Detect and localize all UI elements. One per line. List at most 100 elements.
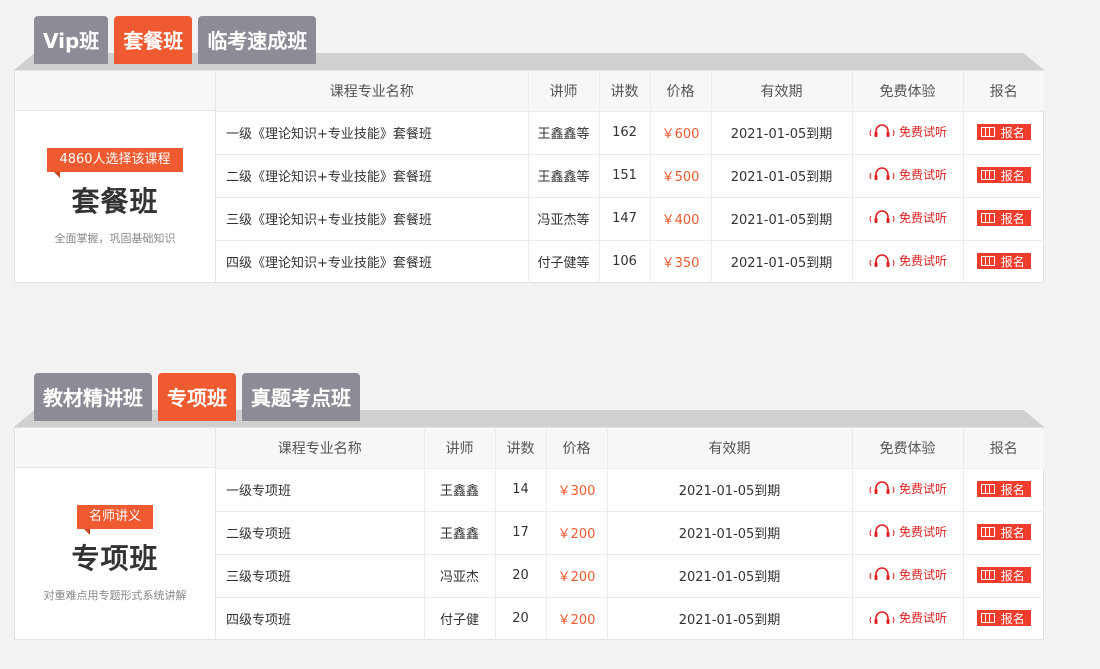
signup-button[interactable]: 报名 [976, 124, 1031, 140]
summary-body: 名师讲义 专项班 对重难点用专题形式系统讲解 [15, 468, 215, 639]
free-trial-label: 免费试听 [898, 567, 947, 582]
teacher-name: 王鑫鑫等 [537, 127, 590, 142]
summary-body: 4860人选择该课程 套餐班 全面掌握，巩固基础知识 [15, 111, 215, 282]
course-type-title: 专项班 [71, 541, 159, 575]
course-price: ￥200 [557, 527, 596, 542]
course-price: ￥200 [557, 613, 596, 629]
column-header-price: 价格 [545, 428, 607, 469]
teacher-name: 王鑫鑫 [439, 484, 479, 499]
table-row: 四级《理论知识+专业技能》套餐班 付子健等 106 ￥350 2021-01-05到期 免… [216, 240, 1044, 283]
course-name: 二级《理论知识+专业技能》套餐班 [226, 170, 432, 185]
free-trial-label: 免费试听 [898, 254, 947, 268]
signup-button[interactable]: 报名 [976, 481, 1031, 497]
signup-label: 报名 [1000, 211, 1025, 226]
course-type-desc: 全面掌握，巩固基础知识 [54, 231, 176, 245]
signup-label: 报名 [1000, 611, 1025, 626]
table-row: 二级《理论知识+专业技能》套餐班 王鑫鑫等 151 ￥500 2021-01-05到期 免… [216, 154, 1044, 198]
headphone-icon [869, 567, 895, 581]
free-trial-button[interactable]: 免费试听 [868, 566, 947, 583]
cart-icon [980, 570, 995, 580]
free-trial-label: 免费试听 [898, 524, 947, 539]
course-type-desc: 对重难点用专题形式系统讲解 [43, 588, 187, 602]
signup-label: 报名 [1000, 525, 1025, 540]
expiry-date: 2021-01-05到期 [678, 613, 781, 629]
course-name: 二级专项班 [226, 527, 292, 542]
signup-button[interactable]: 报名 [976, 524, 1031, 540]
free-trial-button[interactable]: 免费试听 [868, 166, 947, 183]
course-tabs: 教材精讲班 专项班 真题考点班 [34, 373, 360, 421]
tab-textbook[interactable]: 教材精讲班 [34, 373, 152, 421]
cart-icon [980, 527, 995, 537]
signup-button[interactable]: 报名 [976, 610, 1031, 627]
cart-icon [980, 613, 995, 624]
tab-past-exams[interactable]: 真题考点班 [242, 373, 360, 421]
signup-label: 报名 [1000, 125, 1025, 140]
cart-icon [980, 213, 995, 223]
free-trial-button[interactable]: 免费试听 [868, 523, 947, 540]
course-name: 三级专项班 [226, 570, 292, 585]
summary-header-cell [15, 71, 215, 111]
signup-label: 报名 [1000, 482, 1025, 497]
course-price: ￥300 [557, 484, 596, 499]
lecture-count: 17 [512, 525, 529, 540]
column-header-name: 课程专业名称 [216, 428, 424, 469]
signup-button[interactable]: 报名 [976, 167, 1031, 183]
free-trial-button[interactable]: 免费试听 [868, 252, 947, 269]
expiry-date: 2021-01-05到期 [730, 170, 833, 185]
free-trial-button[interactable]: 免费试听 [868, 480, 947, 497]
lecture-count: 147 [612, 211, 637, 226]
course-name: 一级《理论知识+专业技能》套餐班 [226, 127, 432, 142]
expiry-date: 2021-01-05到期 [730, 213, 833, 228]
course-panel: 4860人选择该课程 套餐班 全面掌握，巩固基础知识 课程专业名称 讲师 讲数 价格有… [14, 70, 1044, 283]
column-header-trial: 免费体验 [851, 71, 963, 112]
signup-button[interactable]: 报名 [976, 567, 1031, 583]
signup-button[interactable]: 报名 [976, 253, 1031, 270]
column-header-teacher: 讲师 [527, 71, 599, 112]
lecture-count: 20 [512, 611, 529, 627]
signup-button[interactable]: 报名 [976, 210, 1031, 226]
cart-icon [980, 127, 995, 137]
table-row: 二级专项班 王鑫鑫 17 ￥200 2021-01-05到期 免费试听 报名 [216, 511, 1044, 555]
expiry-date: 2021-01-05到期 [730, 127, 833, 142]
course-summary: 名师讲义 专项班 对重难点用专题形式系统讲解 [15, 428, 216, 639]
cart-icon [980, 484, 995, 494]
lecture-count: 162 [612, 125, 637, 140]
table-header-row: 课程专业名称 讲师 讲数 价格 有效期 免费体验 报名 [216, 71, 1044, 112]
headphone-icon [869, 124, 895, 138]
free-trial-button[interactable]: 免费试听 [868, 209, 947, 226]
expiry-date: 2021-01-05到期 [678, 484, 781, 499]
free-trial-label: 免费试听 [898, 611, 947, 625]
course-summary: 4860人选择该课程 套餐班 全面掌握，巩固基础知识 [15, 71, 216, 282]
course-table: 课程专业名称 讲师 讲数 价格 有效期 免费体验 报名一级《理论知识+专业技能》套餐班 王鑫鑫… [216, 71, 1044, 283]
column-header-signup: 报名 [962, 71, 1044, 112]
course-table: 课程专业名称 讲师 讲数 价格 有效期 免费体验 报名 一级专项班 王鑫鑫 14 ￥300 2021-… [216, 428, 1044, 640]
table-row: 一级专项班 王鑫鑫 14 ￥300 2021-01-05到期 免费试听 报名 [216, 468, 1044, 512]
headphone-icon [869, 210, 895, 224]
lecture-count: 106 [612, 254, 637, 270]
free-trial-label: 免费试听 [898, 167, 947, 182]
free-trial-button[interactable]: 免费试听 [868, 609, 947, 626]
lecture-count: 20 [512, 568, 529, 583]
lecture-count: 151 [612, 168, 637, 183]
expiry-date: 2021-01-05到期 [678, 570, 781, 585]
headphone-icon [869, 253, 895, 267]
column-header-trial: 免费体验 [851, 428, 963, 469]
table-row: 三级专项班 冯亚杰 20 ￥200 2021-01-05到期 免费试听 报名 [216, 554, 1044, 598]
column-header-expiry: 有效期 [710, 71, 852, 112]
course-name: 四级《理论知识+专业技能》套餐班 [226, 256, 432, 272]
tab-special[interactable]: 专项班 [158, 373, 236, 421]
tab-package[interactable]: 套餐班 [114, 16, 193, 64]
signup-label: 报名 [1000, 254, 1025, 269]
course-name: 一级专项班 [226, 484, 292, 499]
free-trial-label: 免费试听 [898, 124, 947, 139]
tab-exam-sprint[interactable]: 临考速成班 [198, 16, 317, 64]
course-name: 三级《理论知识+专业技能》套餐班 [226, 213, 432, 228]
column-header-name: 课程专业名称 [216, 71, 528, 112]
teacher-name: 冯亚杰等 [537, 213, 590, 228]
course-name: 四级专项班 [226, 613, 292, 629]
column-header-signup: 报名 [962, 428, 1044, 469]
free-trial-button[interactable]: 免费试听 [868, 123, 947, 140]
column-header-price: 价格 [649, 71, 711, 112]
tab-vip[interactable]: Vip班 [34, 16, 109, 64]
headphone-icon [869, 167, 895, 181]
